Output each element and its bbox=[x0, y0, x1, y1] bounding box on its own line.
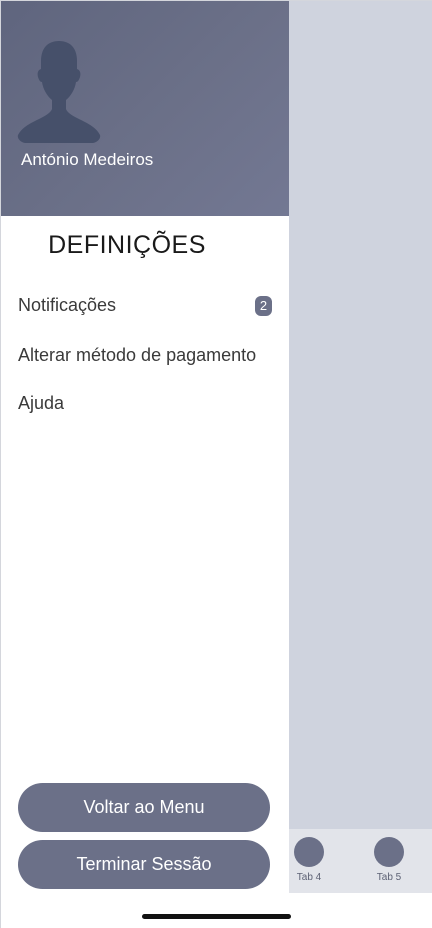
user-silhouette-icon bbox=[17, 41, 101, 143]
tab-5-label: Tab 5 bbox=[376, 872, 402, 883]
home-indicator[interactable] bbox=[142, 914, 291, 919]
tab-4-icon bbox=[294, 837, 324, 867]
tab-4[interactable]: Tab 4 bbox=[289, 837, 329, 883]
user-name: António Medeiros bbox=[21, 150, 154, 169]
menu-item-help[interactable]: Ajuda bbox=[18, 393, 64, 414]
menu-item-notifications[interactable]: Notificações bbox=[18, 295, 116, 316]
logout-button[interactable]: Terminar Sessão bbox=[18, 840, 270, 889]
section-title: DEFINIÇÕES bbox=[48, 231, 206, 259]
home-area bbox=[1, 893, 432, 928]
menu-item-change-payment-method[interactable]: Alterar método de pagamento bbox=[18, 345, 256, 366]
tab-4-label: Tab 4 bbox=[296, 872, 322, 883]
side-drawer: António Medeiros DEFINIÇÕES Notificações… bbox=[1, 1, 289, 893]
background-app-content bbox=[289, 1, 432, 829]
drawer-header: António Medeiros bbox=[1, 1, 289, 216]
tab-bar: Tab 4 Tab 5 bbox=[289, 829, 432, 893]
tab-5-icon bbox=[374, 837, 404, 867]
app-screen: Tab 4 Tab 5 António Medeiros DEFINIÇÕES … bbox=[0, 0, 432, 928]
back-to-menu-button[interactable]: Voltar ao Menu bbox=[18, 783, 270, 832]
notifications-count-badge: 2 bbox=[255, 296, 272, 316]
tab-5[interactable]: Tab 5 bbox=[369, 837, 409, 883]
